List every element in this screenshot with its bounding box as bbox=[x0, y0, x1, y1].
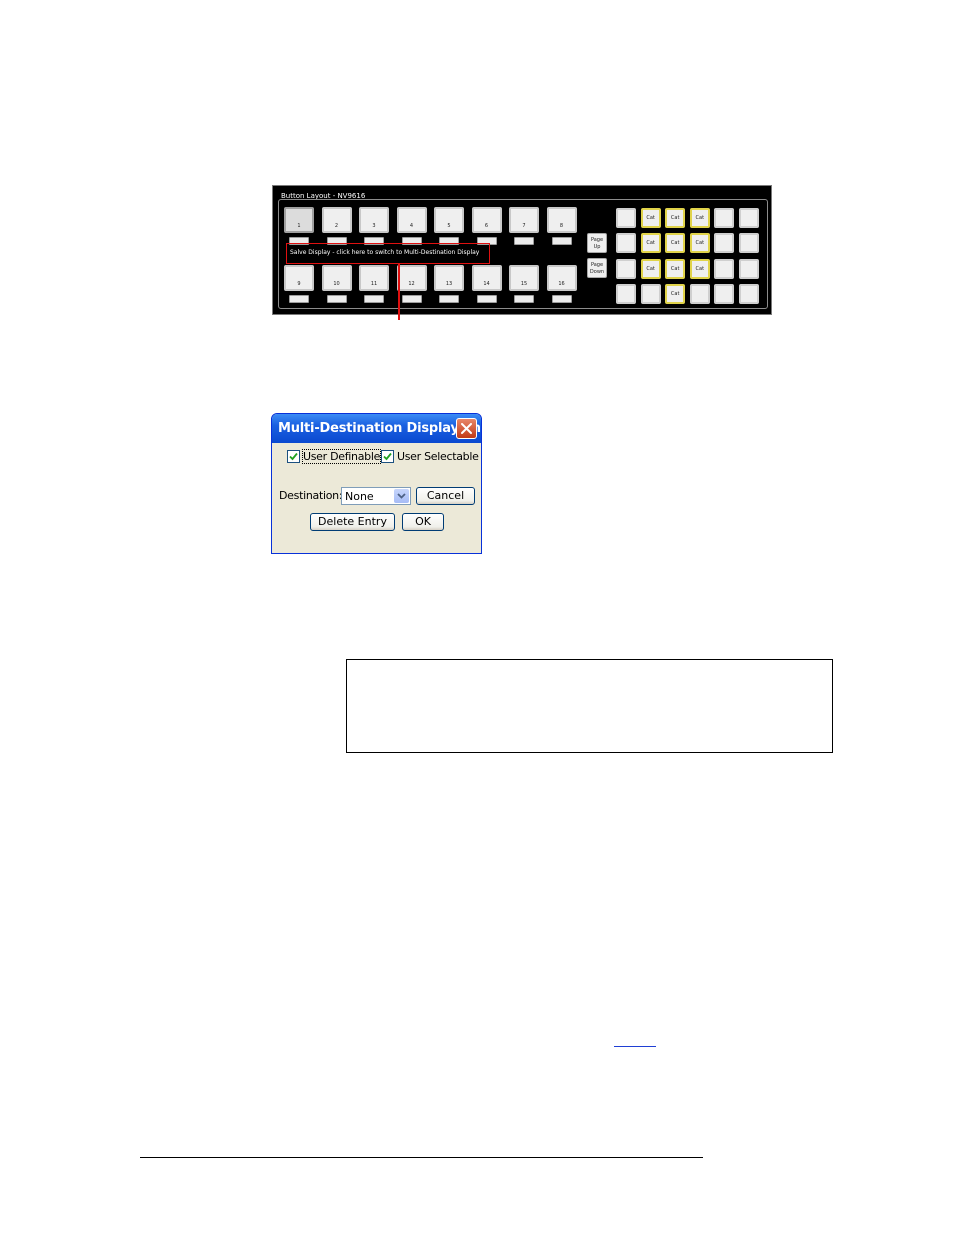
grid-button[interactable] bbox=[616, 283, 636, 304]
category-button[interactable]: Cat bbox=[665, 208, 686, 228]
source-button-tally[interactable] bbox=[551, 295, 572, 303]
source-button-tally[interactable] bbox=[514, 295, 534, 303]
destination-label: Destination: bbox=[279, 489, 343, 502]
source-button[interactable]: 1 bbox=[284, 207, 314, 233]
source-button[interactable]: 8 bbox=[546, 207, 577, 233]
destination-value: None bbox=[345, 490, 374, 503]
source-button-tally[interactable] bbox=[476, 295, 497, 303]
footer-rule bbox=[140, 1157, 703, 1158]
dialog-titlebar[interactable]: Multi-Destination Display En... bbox=[272, 414, 481, 443]
page-down-button[interactable]: Page Down bbox=[587, 258, 607, 278]
checkmark-icon bbox=[383, 452, 392, 461]
delete-entry-button[interactable]: Delete Entry bbox=[310, 513, 395, 531]
source-button[interactable]: 12 bbox=[396, 265, 427, 291]
grid-button[interactable] bbox=[616, 258, 636, 279]
grid-button[interactable] bbox=[714, 208, 735, 228]
source-button[interactable]: 16 bbox=[546, 265, 577, 291]
category-button[interactable]: Cat bbox=[665, 283, 686, 304]
user-selectable-checkbox[interactable] bbox=[381, 450, 394, 463]
grid-button[interactable] bbox=[689, 283, 710, 304]
source-button[interactable]: 15 bbox=[509, 265, 539, 291]
checkmark-icon bbox=[289, 452, 298, 461]
source-button[interactable]: 6 bbox=[471, 207, 502, 233]
category-button[interactable]: Cat bbox=[665, 233, 686, 254]
grid-button[interactable] bbox=[739, 233, 759, 254]
cross-reference-link[interactable] bbox=[614, 1046, 656, 1047]
page-up-button[interactable]: Page Up bbox=[587, 233, 607, 253]
dialog-body: User Definable User Selectable Destinati… bbox=[275, 443, 479, 550]
source-button-tally[interactable] bbox=[551, 237, 572, 245]
chevron-down-icon bbox=[397, 493, 406, 499]
source-button-tally[interactable] bbox=[364, 295, 384, 303]
source-button-tally[interactable] bbox=[326, 295, 347, 303]
category-button[interactable]: Cat bbox=[689, 258, 710, 279]
source-button[interactable]: 13 bbox=[434, 265, 464, 291]
category-button[interactable]: Cat bbox=[640, 208, 661, 228]
category-button[interactable]: Cat bbox=[689, 233, 710, 254]
grid-button[interactable] bbox=[739, 208, 759, 228]
grid-button[interactable] bbox=[616, 233, 636, 254]
category-button[interactable]: Cat bbox=[640, 233, 661, 254]
source-button-tally[interactable] bbox=[289, 295, 309, 303]
source-button[interactable]: 4 bbox=[396, 207, 427, 233]
grid-button[interactable] bbox=[640, 283, 661, 304]
grid-button[interactable] bbox=[739, 258, 759, 279]
callout-highlight-box bbox=[286, 243, 490, 264]
user-definable-label[interactable]: User Definable bbox=[301, 449, 382, 464]
grid-button[interactable] bbox=[714, 233, 735, 254]
close-icon bbox=[461, 423, 472, 434]
source-button[interactable]: 9 bbox=[284, 265, 314, 291]
grid-button[interactable] bbox=[714, 258, 735, 279]
category-button[interactable]: Cat bbox=[640, 258, 661, 279]
source-button-tally[interactable] bbox=[439, 295, 459, 303]
note-box bbox=[346, 659, 833, 753]
source-button-tally[interactable] bbox=[514, 237, 534, 245]
source-button[interactable]: 2 bbox=[321, 207, 352, 233]
ok-button[interactable]: OK bbox=[402, 513, 444, 531]
category-button[interactable]: Cat bbox=[665, 258, 686, 279]
source-button-tally[interactable] bbox=[401, 295, 422, 303]
grid-button[interactable] bbox=[714, 283, 735, 304]
destination-select[interactable]: None bbox=[341, 487, 411, 505]
source-button[interactable]: 10 bbox=[321, 265, 352, 291]
source-button[interactable]: 7 bbox=[509, 207, 539, 233]
category-button[interactable]: Cat bbox=[689, 208, 710, 228]
user-selectable-label[interactable]: User Selectable bbox=[397, 450, 479, 463]
source-button[interactable]: 11 bbox=[359, 265, 389, 291]
callout-leader-line bbox=[398, 264, 400, 320]
source-button[interactable]: 3 bbox=[359, 207, 389, 233]
source-button[interactable]: 5 bbox=[434, 207, 464, 233]
dialog-title: Multi-Destination Display En... bbox=[278, 421, 482, 436]
close-button[interactable] bbox=[456, 418, 477, 439]
cancel-button[interactable]: Cancel bbox=[416, 487, 475, 505]
grid-button[interactable] bbox=[739, 283, 759, 304]
grid-button[interactable] bbox=[616, 208, 636, 228]
user-definable-checkbox[interactable] bbox=[287, 450, 300, 463]
source-button[interactable]: 14 bbox=[471, 265, 502, 291]
multi-destination-dialog: Multi-Destination Display En... User Def… bbox=[271, 413, 482, 554]
dropdown-arrow[interactable] bbox=[394, 489, 409, 503]
